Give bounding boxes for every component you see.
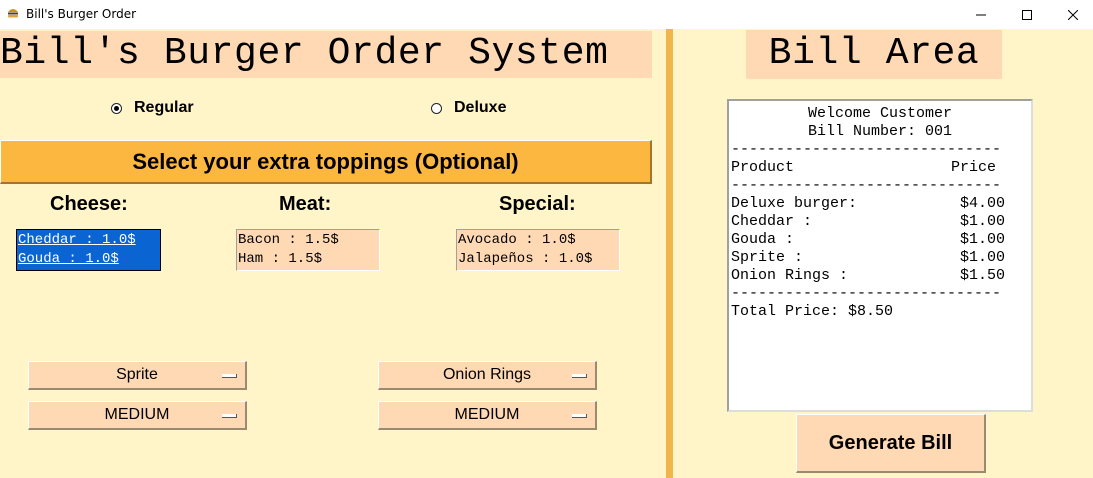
bill-number: Bill Number: 001 — [807, 123, 953, 140]
radio-regular-label: Regular — [134, 99, 194, 116]
dropdown-indicator-icon — [222, 374, 237, 378]
cheese-listbox[interactable]: Cheddar : 1.0$ Gouda : 1.0$ — [16, 229, 161, 271]
list-item[interactable]: Avocado : 1.0$ — [458, 231, 619, 250]
bill-welcome: Welcome Customer — [807, 105, 953, 122]
side-size-select[interactable]: MEDIUM — [378, 401, 597, 430]
maximize-button[interactable] — [1004, 0, 1050, 29]
bill-separator: ------------------------------ — [731, 141, 1002, 158]
drink-select[interactable]: Sprite — [28, 361, 247, 390]
dropdown-indicator-icon — [572, 414, 587, 418]
minimize-icon — [976, 14, 986, 15]
bill-line: Gouda : $1.00 — [729, 231, 1031, 249]
bill-line: Onion Rings : $1.50 — [729, 267, 1031, 285]
bill-line-price: $1.50 — [960, 267, 1006, 284]
list-item[interactable]: Ham : 1.5$ — [238, 250, 379, 269]
special-listbox[interactable]: Avocado : 1.0$ Jalapeños : 1.0$ — [456, 229, 620, 271]
bill-line-price: $1.00 — [960, 231, 1006, 248]
dropdown-indicator-icon — [222, 414, 237, 418]
generate-bill-button[interactable]: Generate Bill — [796, 414, 986, 473]
bill-line: Deluxe burger: $4.00 — [729, 195, 1031, 213]
drink-size-select-value: MEDIUM — [104, 406, 170, 423]
side-size-select-value: MEDIUM — [454, 406, 520, 423]
meat-label: Meat: — [279, 193, 332, 215]
bill-area-title: Bill Area — [746, 30, 1002, 79]
bill-line-price: $1.00 — [960, 249, 1006, 266]
toppings-heading: Select your extra toppings (Optional) — [0, 140, 652, 184]
minimize-button[interactable] — [958, 0, 1004, 29]
drink-select-value: Sprite — [116, 366, 158, 383]
window-title: Bill's Burger Order — [26, 7, 137, 21]
cheese-label: Cheese: — [50, 193, 128, 215]
bill-header-product: Product — [731, 159, 795, 176]
list-item[interactable]: Jalapeños : 1.0$ — [458, 250, 619, 269]
bill-total: Total Price: $8.50 — [731, 303, 894, 320]
bill-line-product: Deluxe burger: — [731, 195, 858, 212]
order-system-title: Bill's Burger Order System — [0, 31, 652, 78]
list-item[interactable]: Bacon : 1.5$ — [238, 231, 379, 250]
radio-deluxe[interactable]: Deluxe — [431, 99, 506, 117]
bill-separator: ------------------------------ — [731, 177, 1002, 194]
side-select-value: Onion Rings — [442, 366, 532, 383]
bill-line: Cheddar : $1.00 — [729, 213, 1031, 231]
burger-icon — [8, 9, 18, 18]
bill-line: Sprite : $1.00 — [729, 249, 1031, 267]
close-icon — [1068, 9, 1078, 20]
meat-listbox[interactable]: Bacon : 1.5$ Ham : 1.5$ — [236, 229, 380, 271]
list-item[interactable]: Cheddar : 1.0$ — [18, 231, 160, 250]
maximize-icon — [1022, 9, 1032, 20]
title-bar: Bill's Burger Order — [0, 0, 1093, 29]
bill-text-area[interactable]: Welcome Customer Bill Number: 001 ------… — [727, 99, 1033, 412]
radio-deluxe-label: Deluxe — [454, 99, 507, 116]
bill-line-price: $4.00 — [960, 195, 1006, 212]
bill-line-product: Cheddar : — [731, 213, 813, 230]
bill-line-product: Gouda : — [731, 231, 795, 248]
dropdown-indicator-icon — [572, 374, 587, 378]
radio-regular[interactable]: Regular — [111, 99, 194, 117]
drink-size-select[interactable]: MEDIUM — [28, 401, 247, 430]
list-item[interactable]: Gouda : 1.0$ — [18, 250, 160, 269]
close-button[interactable] — [1050, 0, 1093, 29]
bill-header-price: Price — [951, 159, 997, 176]
panel-divider — [666, 29, 673, 478]
bill-line-product: Onion Rings : — [731, 267, 849, 284]
special-label: Special: — [499, 193, 576, 215]
side-select[interactable]: Onion Rings — [378, 361, 597, 390]
radio-unselected-icon — [431, 102, 442, 114]
bill-header-row: Product Price — [729, 159, 1031, 177]
bill-separator: ------------------------------ — [731, 285, 1002, 302]
bill-line-product: Sprite : — [731, 249, 804, 266]
bill-line-price: $1.00 — [960, 213, 1006, 230]
radio-selected-icon — [111, 102, 122, 114]
